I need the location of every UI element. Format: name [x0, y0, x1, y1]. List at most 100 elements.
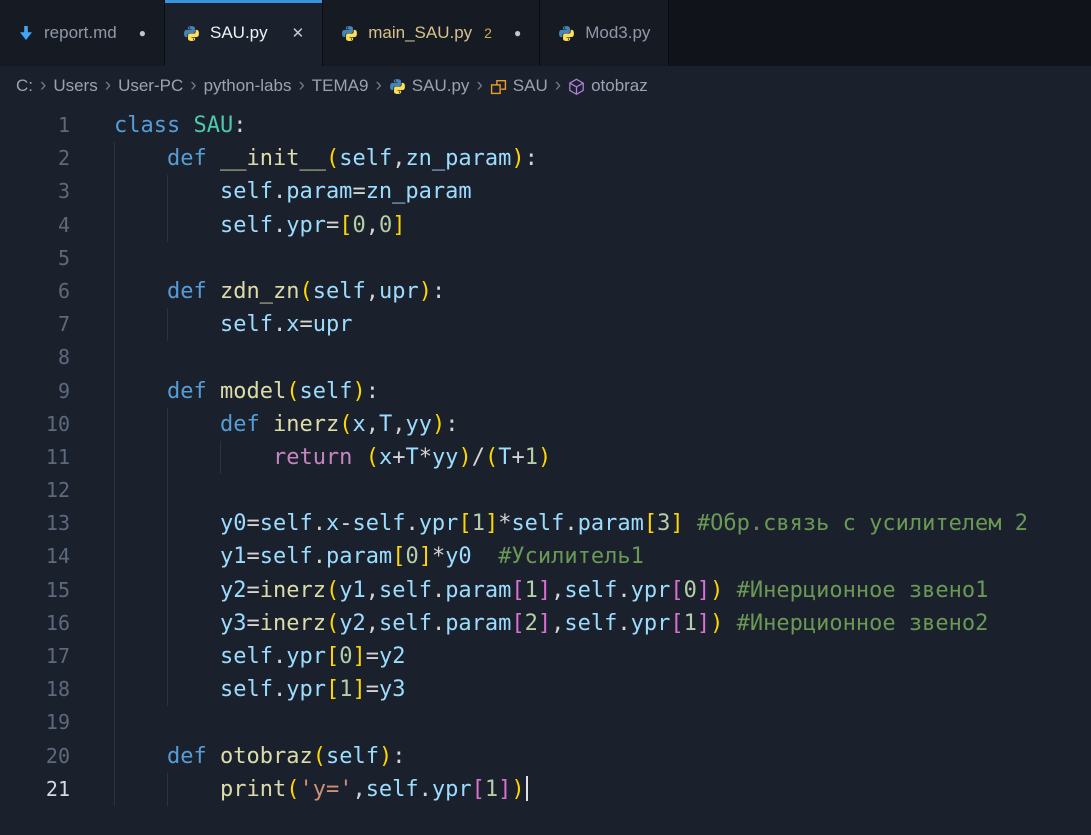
line-content[interactable]: def zdn_zn(self,upr): [114, 275, 1091, 308]
line-content[interactable]: y2=inerz(y1,self.param[1],self.ypr[0]) #… [114, 574, 1091, 607]
line-content[interactable]: self.ypr[0]=y2 [114, 640, 1091, 673]
code-token: self [220, 179, 273, 204]
code-line[interactable]: 7 self.x=upr [0, 308, 1091, 341]
line-content[interactable]: y3=inerz(y2,self.param[2],self.ypr[1]) #… [114, 607, 1091, 640]
line-number[interactable]: 21 [0, 773, 70, 806]
line-number[interactable]: 11 [0, 441, 70, 474]
line-number[interactable]: 3 [0, 175, 70, 208]
breadcrumb-item-c-[interactable]: C: [16, 76, 33, 96]
line-number[interactable]: 6 [0, 275, 70, 308]
code-token: = [246, 611, 259, 636]
code-token: * [419, 445, 432, 470]
code-line[interactable]: 16 y3=inerz(y2,self.param[2],self.ypr[1]… [0, 607, 1091, 640]
breadcrumb-item-users[interactable]: Users [53, 76, 97, 96]
line-number[interactable]: 4 [0, 209, 70, 242]
code-line[interactable]: 14 y1=self.param[0]*y0 #Усилитель1 [0, 540, 1091, 573]
line-number[interactable]: 2 [0, 142, 70, 175]
code-line[interactable]: 15 y2=inerz(y1,self.param[1],self.ypr[0]… [0, 574, 1091, 607]
code-token: x [352, 412, 365, 437]
line-content[interactable]: def __init__(self,zn_param): [114, 142, 1091, 175]
code-token: 0 [339, 644, 352, 669]
line-number[interactable]: 15 [0, 574, 70, 607]
code-token: self [379, 578, 432, 603]
code-line[interactable]: 9 def model(self): [0, 375, 1091, 408]
line-number[interactable]: 16 [0, 607, 70, 640]
line-number[interactable]: 14 [0, 540, 70, 573]
line-number[interactable]: 18 [0, 673, 70, 706]
code-token: def [220, 412, 260, 437]
line-content[interactable] [114, 474, 1091, 507]
code-line[interactable]: 20 def otobraz(self): [0, 740, 1091, 773]
line-content[interactable]: return (x+T*yy)/(T+1) [114, 441, 1091, 474]
code-line[interactable]: 13 y0=self.x-self.ypr[1]*self.param[3] #… [0, 507, 1091, 540]
code-line[interactable]: 21 print('y=',self.ypr[1]) [0, 773, 1091, 806]
line-content[interactable]: print('y=',self.ypr[1]) [114, 773, 1091, 806]
close-icon[interactable]: ✕ [292, 24, 305, 42]
markdown-icon [18, 25, 34, 41]
modified-dot-icon[interactable]: ● [139, 26, 146, 40]
line-number[interactable]: 12 [0, 474, 70, 507]
line-number[interactable]: 7 [0, 308, 70, 341]
breadcrumb-item-sau[interactable]: SAU [490, 76, 548, 96]
code-line[interactable]: 11 return (x+T*yy)/(T+1) [0, 441, 1091, 474]
line-number[interactable]: 8 [0, 341, 70, 374]
code-token: #Обр.связь с усилителем 2 [697, 511, 1028, 536]
line-content[interactable]: class SAU: [114, 109, 1091, 142]
line-content[interactable]: def inerz(x,T,yy): [114, 408, 1091, 441]
line-number[interactable]: 17 [0, 640, 70, 673]
indent-whitespace [114, 578, 220, 603]
code-token: + [392, 445, 405, 470]
editor[interactable]: 1class SAU:2 def __init__(self,zn_param)… [0, 106, 1091, 806]
code-token: [ [511, 578, 524, 603]
code-token [723, 611, 736, 636]
code-token: ] [697, 611, 710, 636]
tab-mod3-py[interactable]: Mod3.py [540, 0, 669, 66]
code-token: , [352, 777, 365, 802]
line-content[interactable]: y0=self.x-self.ypr[1]*self.param[3] #Обр… [114, 507, 1091, 540]
code-line[interactable]: 19 [0, 706, 1091, 739]
breadcrumb-item-tema9[interactable]: TEMA9 [312, 76, 369, 96]
breadcrumb-item-python-labs[interactable]: python-labs [204, 76, 292, 96]
breadcrumb-item-otobraz[interactable]: otobraz [568, 76, 648, 96]
code-token: = [299, 312, 312, 337]
code-line[interactable]: 5 [0, 242, 1091, 275]
line-content[interactable] [114, 706, 1091, 739]
code-line[interactable]: 4 self.ypr=[0,0] [0, 209, 1091, 242]
code-token: x [286, 312, 299, 337]
tab-report-md[interactable]: report.md● [0, 0, 165, 66]
line-number[interactable]: 9 [0, 375, 70, 408]
line-number[interactable]: 20 [0, 740, 70, 773]
tab-sau-py[interactable]: SAU.py ✕ [165, 0, 323, 66]
line-number[interactable]: 13 [0, 507, 70, 540]
code-line[interactable]: 10 def inerz(x,T,yy): [0, 408, 1091, 441]
line-content[interactable]: def otobraz(self): [114, 740, 1091, 773]
tab-label: SAU.py [210, 23, 268, 43]
line-number[interactable]: 5 [0, 242, 70, 275]
line-content[interactable] [114, 341, 1091, 374]
code-line[interactable]: 1 class SAU: [0, 109, 1091, 142]
modified-dot-icon[interactable]: ● [514, 26, 521, 40]
code-line[interactable]: 3 self.param=zn_param [0, 175, 1091, 208]
code-token: zdn_zn [220, 279, 299, 304]
line-content[interactable]: def model(self): [114, 375, 1091, 408]
code-line[interactable]: 18 self.ypr[1]=y3 [0, 673, 1091, 706]
code-line[interactable]: 2 def __init__(self,zn_param): [0, 142, 1091, 175]
line-content[interactable]: y1=self.param[0]*y0 #Усилитель1 [114, 540, 1091, 573]
code-line[interactable]: 8 [0, 341, 1091, 374]
code-token: ypr [631, 578, 671, 603]
code-line[interactable]: 12 [0, 474, 1091, 507]
line-number[interactable]: 1 [0, 109, 70, 142]
line-number[interactable]: 19 [0, 706, 70, 739]
line-number[interactable]: 10 [0, 408, 70, 441]
indent-guide [114, 474, 115, 507]
code-line[interactable]: 6 def zdn_zn(self,upr): [0, 275, 1091, 308]
code-line[interactable]: 17 self.ypr[0]=y2 [0, 640, 1091, 673]
breadcrumb-item-user-pc[interactable]: User-PC [118, 76, 183, 96]
line-content[interactable] [114, 242, 1091, 275]
line-content[interactable]: self.ypr[1]=y3 [114, 673, 1091, 706]
breadcrumb-item-sau-py[interactable]: SAU.py [389, 76, 470, 96]
tab-main-sau-py[interactable]: main_SAU.py2● [323, 0, 540, 66]
line-content[interactable]: self.ypr=[0,0] [114, 209, 1091, 242]
line-content[interactable]: self.param=zn_param [114, 175, 1091, 208]
line-content[interactable]: self.x=upr [114, 308, 1091, 341]
